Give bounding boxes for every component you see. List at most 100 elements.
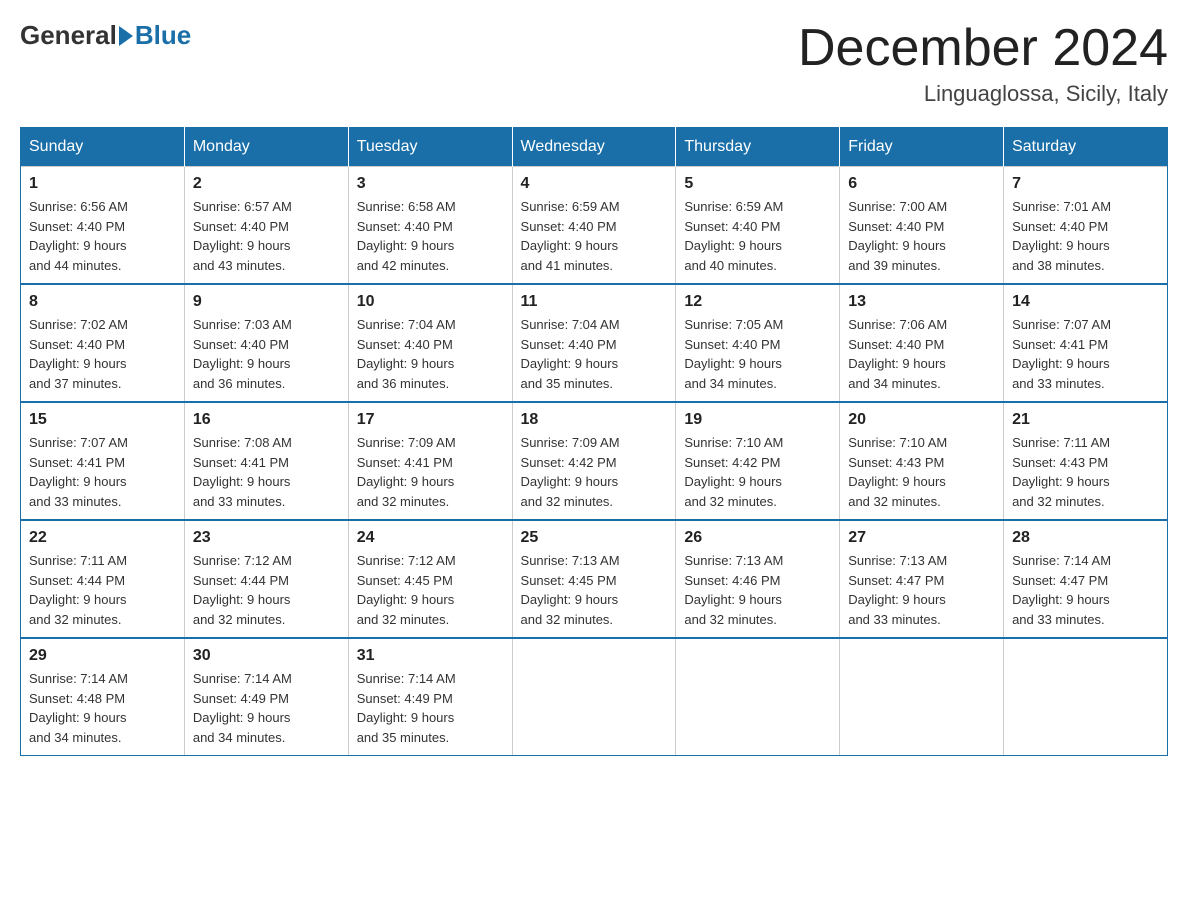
calendar-cell: 23Sunrise: 7:12 AMSunset: 4:44 PMDayligh… xyxy=(184,520,348,638)
sunrise-text: Sunrise: 7:08 AM xyxy=(193,435,292,450)
daylight-text: Daylight: 9 hours xyxy=(357,238,455,253)
day-number: 7 xyxy=(1012,175,1159,193)
calendar-cell: 29Sunrise: 7:14 AMSunset: 4:48 PMDayligh… xyxy=(21,638,185,756)
daylight-text2: and 32 minutes. xyxy=(521,612,614,627)
day-number: 19 xyxy=(684,411,831,429)
title-section: December 2024 Linguaglossa, Sicily, Ital… xyxy=(798,20,1168,107)
daylight-text2: and 34 minutes. xyxy=(29,730,122,745)
daylight-text: Daylight: 9 hours xyxy=(29,710,127,725)
day-header-sunday: Sunday xyxy=(21,128,185,167)
sunset-text: Sunset: 4:40 PM xyxy=(521,219,617,234)
sunrise-text: Sunrise: 6:58 AM xyxy=(357,199,456,214)
daylight-text2: and 33 minutes. xyxy=(1012,376,1105,391)
day-number: 9 xyxy=(193,293,340,311)
day-header-monday: Monday xyxy=(184,128,348,167)
calendar-cell: 30Sunrise: 7:14 AMSunset: 4:49 PMDayligh… xyxy=(184,638,348,756)
day-info: Sunrise: 7:13 AMSunset: 4:46 PMDaylight:… xyxy=(684,551,831,629)
month-title: December 2024 xyxy=(798,20,1168,77)
daylight-text2: and 44 minutes. xyxy=(29,258,122,273)
day-info: Sunrise: 7:09 AMSunset: 4:42 PMDaylight:… xyxy=(521,433,668,511)
daylight-text: Daylight: 9 hours xyxy=(848,592,946,607)
day-number: 15 xyxy=(29,411,176,429)
day-info: Sunrise: 7:13 AMSunset: 4:47 PMDaylight:… xyxy=(848,551,995,629)
day-number: 13 xyxy=(848,293,995,311)
daylight-text2: and 42 minutes. xyxy=(357,258,450,273)
sunrise-text: Sunrise: 7:00 AM xyxy=(848,199,947,214)
daylight-text2: and 43 minutes. xyxy=(193,258,286,273)
sunrise-text: Sunrise: 7:02 AM xyxy=(29,317,128,332)
daylight-text: Daylight: 9 hours xyxy=(193,474,291,489)
calendar-cell: 25Sunrise: 7:13 AMSunset: 4:45 PMDayligh… xyxy=(512,520,676,638)
daylight-text: Daylight: 9 hours xyxy=(521,238,619,253)
daylight-text: Daylight: 9 hours xyxy=(193,238,291,253)
sunrise-text: Sunrise: 7:03 AM xyxy=(193,317,292,332)
sunset-text: Sunset: 4:40 PM xyxy=(848,337,944,352)
sunset-text: Sunset: 4:43 PM xyxy=(848,455,944,470)
calendar-cell: 2Sunrise: 6:57 AMSunset: 4:40 PMDaylight… xyxy=(184,167,348,285)
sunset-text: Sunset: 4:49 PM xyxy=(193,691,289,706)
day-info: Sunrise: 7:07 AMSunset: 4:41 PMDaylight:… xyxy=(29,433,176,511)
calendar-cell: 18Sunrise: 7:09 AMSunset: 4:42 PMDayligh… xyxy=(512,402,676,520)
sunset-text: Sunset: 4:49 PM xyxy=(357,691,453,706)
day-info: Sunrise: 7:00 AMSunset: 4:40 PMDaylight:… xyxy=(848,197,995,275)
sunrise-text: Sunrise: 7:13 AM xyxy=(848,553,947,568)
sunset-text: Sunset: 4:40 PM xyxy=(684,219,780,234)
daylight-text2: and 32 minutes. xyxy=(193,612,286,627)
calendar-cell: 6Sunrise: 7:00 AMSunset: 4:40 PMDaylight… xyxy=(840,167,1004,285)
sunset-text: Sunset: 4:41 PM xyxy=(29,455,125,470)
day-info: Sunrise: 7:14 AMSunset: 4:47 PMDaylight:… xyxy=(1012,551,1159,629)
day-info: Sunrise: 7:11 AMSunset: 4:44 PMDaylight:… xyxy=(29,551,176,629)
day-info: Sunrise: 7:14 AMSunset: 4:48 PMDaylight:… xyxy=(29,669,176,747)
day-info: Sunrise: 6:59 AMSunset: 4:40 PMDaylight:… xyxy=(684,197,831,275)
day-number: 16 xyxy=(193,411,340,429)
calendar-cell: 16 Sunrise: 7:08 AMSunset: 4:41 PMDayligh… xyxy=(184,402,348,520)
logo-general-text: General xyxy=(20,20,117,51)
daylight-text2: and 33 minutes. xyxy=(848,612,941,627)
daylight-text2: and 41 minutes. xyxy=(521,258,614,273)
day-number: 10 xyxy=(357,293,504,311)
sunrise-text: Sunrise: 6:59 AM xyxy=(684,199,783,214)
day-info: Sunrise: 7:08 AMSunset: 4:41 PMDaylight:… xyxy=(193,433,340,511)
sunset-text: Sunset: 4:40 PM xyxy=(848,219,944,234)
calendar-cell: 20Sunrise: 7:10 AMSunset: 4:43 PMDayligh… xyxy=(840,402,1004,520)
calendar-cell: 24Sunrise: 7:12 AMSunset: 4:45 PMDayligh… xyxy=(348,520,512,638)
day-number: 4 xyxy=(521,175,668,193)
sunset-text: Sunset: 4:40 PM xyxy=(193,337,289,352)
day-number: 22 xyxy=(29,529,176,547)
daylight-text: Daylight: 9 hours xyxy=(357,592,455,607)
calendar-cell: 9Sunrise: 7:03 AMSunset: 4:40 PMDaylight… xyxy=(184,284,348,402)
daylight-text: Daylight: 9 hours xyxy=(357,356,455,371)
day-number: 21 xyxy=(1012,411,1159,429)
daylight-text: Daylight: 9 hours xyxy=(1012,474,1110,489)
sunrise-text: Sunrise: 7:14 AM xyxy=(1012,553,1111,568)
calendar-cell: 10Sunrise: 7:04 AMSunset: 4:40 PMDayligh… xyxy=(348,284,512,402)
sunset-text: Sunset: 4:41 PM xyxy=(1012,337,1108,352)
sunrise-text: Sunrise: 7:14 AM xyxy=(29,671,128,686)
sunset-text: Sunset: 4:40 PM xyxy=(684,337,780,352)
sunrise-text: Sunrise: 7:01 AM xyxy=(1012,199,1111,214)
day-info: Sunrise: 7:01 AMSunset: 4:40 PMDaylight:… xyxy=(1012,197,1159,275)
day-number: 30 xyxy=(193,647,340,665)
sunset-text: Sunset: 4:47 PM xyxy=(1012,573,1108,588)
daylight-text2: and 32 minutes. xyxy=(357,612,450,627)
day-number: 12 xyxy=(684,293,831,311)
sunrise-text: Sunrise: 7:10 AM xyxy=(684,435,783,450)
daylight-text: Daylight: 9 hours xyxy=(1012,356,1110,371)
day-number: 23 xyxy=(193,529,340,547)
day-info: Sunrise: 6:56 AMSunset: 4:40 PMDaylight:… xyxy=(29,197,176,275)
daylight-text2: and 32 minutes. xyxy=(29,612,122,627)
sunrise-text: Sunrise: 6:56 AM xyxy=(29,199,128,214)
day-number: 11 xyxy=(521,293,668,311)
daylight-text: Daylight: 9 hours xyxy=(684,356,782,371)
day-header-friday: Friday xyxy=(840,128,1004,167)
daylight-text: Daylight: 9 hours xyxy=(521,592,619,607)
daylight-text2: and 35 minutes. xyxy=(357,730,450,745)
daylight-text2: and 40 minutes. xyxy=(684,258,777,273)
daylight-text: Daylight: 9 hours xyxy=(684,474,782,489)
calendar-cell: 15 Sunrise: 7:07 AMSunset: 4:41 PMDayligh… xyxy=(21,402,185,520)
sunrise-text: Sunrise: 7:12 AM xyxy=(357,553,456,568)
sunrise-text: Sunrise: 7:10 AM xyxy=(848,435,947,450)
sunrise-text: Sunrise: 7:07 AM xyxy=(1012,317,1111,332)
sunset-text: Sunset: 4:40 PM xyxy=(29,337,125,352)
calendar-cell: 27Sunrise: 7:13 AMSunset: 4:47 PMDayligh… xyxy=(840,520,1004,638)
